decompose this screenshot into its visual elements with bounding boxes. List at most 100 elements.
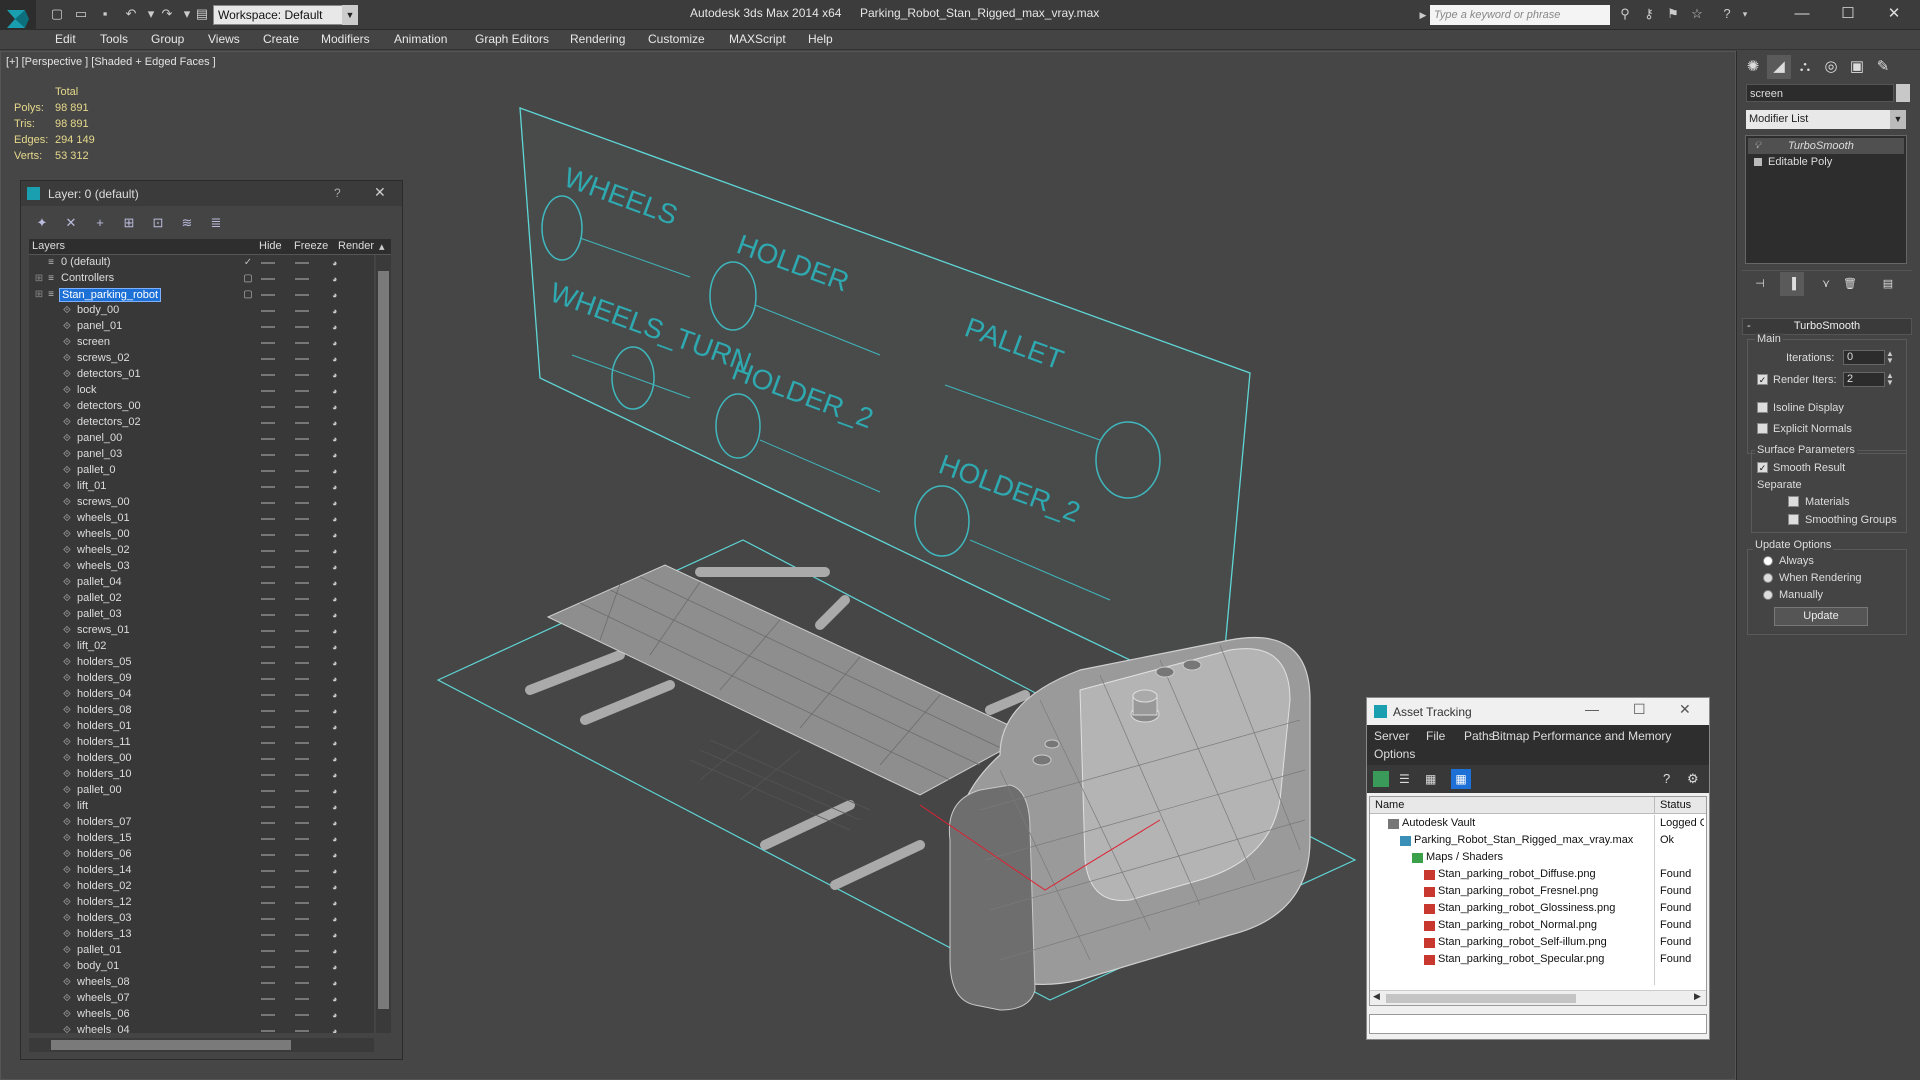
favorites-star-icon[interactable]: ☆ xyxy=(1688,5,1706,23)
minimize-icon[interactable]: — xyxy=(1784,2,1820,26)
object-row[interactable]: ⟐ body_00 ◕ xyxy=(29,303,374,319)
iterations-spinner-arrows-icon[interactable]: ▲ ▼ xyxy=(1886,350,1894,365)
tree-view-icon[interactable]: ▦ xyxy=(1425,771,1441,787)
hide-toggle[interactable] xyxy=(261,710,275,712)
freeze-all-layers-icon[interactable]: ≣ xyxy=(207,214,225,232)
object-row[interactable]: ⟐ detectors_02 ◕ xyxy=(29,415,374,431)
viewport-label[interactable]: [+] [Perspective ] [Shaded + Edged Faces… xyxy=(6,56,216,68)
refresh-icon[interactable] xyxy=(1373,771,1389,787)
freeze-toggle[interactable] xyxy=(295,902,309,904)
help-dropdown-icon[interactable]: ▾ xyxy=(1736,5,1754,23)
freeze-toggle[interactable] xyxy=(295,1030,309,1032)
menu-animation[interactable]: Animation xyxy=(394,32,447,46)
set-current-layer-icon[interactable]: ▢ xyxy=(242,289,254,301)
object-row[interactable]: ⟐ screen ◕ xyxy=(29,335,374,351)
manually-radio[interactable] xyxy=(1763,590,1773,600)
layer-row[interactable]: ≡ 0 (default) ✓ ◕ xyxy=(29,255,374,271)
object-row[interactable]: ⟐ lift_02 ◕ xyxy=(29,639,374,655)
render-toggle-icon[interactable]: ◕ xyxy=(332,882,342,892)
render-toggle-icon[interactable]: ◕ xyxy=(332,834,342,844)
freeze-toggle[interactable] xyxy=(295,646,309,648)
menu-create[interactable]: Create xyxy=(263,32,299,46)
explicit-normals-checkbox[interactable] xyxy=(1757,423,1768,434)
asset-hscroll-thumb[interactable] xyxy=(1386,994,1576,1003)
list-view-icon[interactable]: ☰ xyxy=(1399,771,1415,787)
object-row[interactable]: ⟐ screws_01 ◕ xyxy=(29,623,374,639)
hide-toggle[interactable] xyxy=(261,342,275,344)
scroll-left-icon[interactable]: ◀ xyxy=(1373,991,1380,1002)
render-toggle-icon[interactable]: ◕ xyxy=(332,402,342,412)
menu-rendering[interactable]: Rendering xyxy=(570,32,625,46)
render-toggle-icon[interactable]: ◕ xyxy=(332,770,342,780)
object-row[interactable]: ⟐ wheels_01 ◕ xyxy=(29,511,374,527)
freeze-toggle[interactable] xyxy=(295,630,309,632)
hide-toggle[interactable] xyxy=(261,854,275,856)
chevron-down-icon[interactable]: ▼ xyxy=(342,5,358,25)
close-icon[interactable]: ✕ xyxy=(1876,2,1912,26)
object-row[interactable]: ⟐ holders_03 ◕ xyxy=(29,911,374,927)
render-toggle-icon[interactable]: ◕ xyxy=(332,674,342,684)
render-toggle-icon[interactable]: ◕ xyxy=(332,738,342,748)
select-objects-icon[interactable]: ⊞ xyxy=(120,214,138,232)
materials-checkbox[interactable] xyxy=(1788,496,1799,507)
asset-menu-file[interactable]: File xyxy=(1426,729,1445,743)
render-toggle-icon[interactable]: ◕ xyxy=(332,466,342,476)
render-iters-spinner[interactable]: 2 xyxy=(1843,372,1885,387)
hide-toggle[interactable] xyxy=(261,390,275,392)
object-row[interactable]: ⟐ holders_04 ◕ xyxy=(29,687,374,703)
object-row[interactable]: ⟐ holders_07 ◕ xyxy=(29,815,374,831)
asset-row[interactable]: Stan_parking_robot_Specular.png Found xyxy=(1370,951,1706,968)
freeze-toggle[interactable] xyxy=(295,454,309,456)
menu-edit[interactable]: Edit xyxy=(55,32,76,46)
object-row[interactable]: ⟐ wheels_00 ◕ xyxy=(29,527,374,543)
render-toggle-icon[interactable]: ◕ xyxy=(332,546,342,556)
object-row[interactable]: ⟐ wheels_08 ◕ xyxy=(29,975,374,991)
object-row[interactable]: ⟐ holders_08 ◕ xyxy=(29,703,374,719)
freeze-toggle[interactable] xyxy=(295,614,309,616)
object-row[interactable]: ⟐ holders_06 ◕ xyxy=(29,847,374,863)
render-toggle-icon[interactable]: ◕ xyxy=(332,562,342,572)
hide-toggle[interactable] xyxy=(261,886,275,888)
menu-tools[interactable]: Tools xyxy=(100,32,128,46)
hide-toggle[interactable] xyxy=(261,822,275,824)
hide-toggle[interactable] xyxy=(261,742,275,744)
object-row[interactable]: ⟐ holders_11 ◕ xyxy=(29,735,374,751)
object-row[interactable]: ⟐ holders_01 ◕ xyxy=(29,719,374,735)
hide-toggle[interactable] xyxy=(261,806,275,808)
layer-list-hscroll-thumb[interactable] xyxy=(51,1040,291,1050)
column-divider[interactable] xyxy=(1654,797,1655,814)
freeze-toggle[interactable] xyxy=(295,822,309,824)
asset-settings-icon[interactable]: ⚙ xyxy=(1687,771,1699,787)
hide-toggle[interactable] xyxy=(261,774,275,776)
asset-row[interactable]: Stan_parking_robot_Diffuse.png Found xyxy=(1370,866,1706,883)
render-toggle-icon[interactable]: ◕ xyxy=(332,1010,342,1020)
lightbulb-icon[interactable]: 💡︎ xyxy=(1754,138,1761,154)
render-toggle-icon[interactable]: ◕ xyxy=(332,642,342,652)
hide-toggle[interactable] xyxy=(261,358,275,360)
render-toggle-icon[interactable]: ◕ xyxy=(332,754,342,764)
render-toggle-icon[interactable]: ◕ xyxy=(332,498,342,508)
modifier-list-dropdown[interactable]: Modifier List xyxy=(1746,110,1906,129)
asset-minimize-icon[interactable]: — xyxy=(1585,701,1599,717)
object-row[interactable]: ⟐ body_01 ◕ xyxy=(29,959,374,975)
hide-toggle[interactable] xyxy=(261,630,275,632)
freeze-toggle[interactable] xyxy=(295,470,309,472)
hide-toggle[interactable] xyxy=(261,470,275,472)
render-toggle-icon[interactable]: ◕ xyxy=(332,866,342,876)
layer-window-close-icon[interactable]: ✕ xyxy=(374,184,386,201)
object-row[interactable]: ⟐ screws_00 ◕ xyxy=(29,495,374,511)
create-tab-icon[interactable]: ✺ xyxy=(1741,55,1765,79)
freeze-toggle[interactable] xyxy=(295,534,309,536)
save-icon[interactable]: ▪ xyxy=(96,5,114,23)
hide-toggle[interactable] xyxy=(261,566,275,568)
freeze-toggle[interactable] xyxy=(295,1014,309,1016)
render-toggle-icon[interactable]: ◕ xyxy=(332,418,342,428)
render-toggle-icon[interactable]: ◕ xyxy=(332,706,342,716)
hide-toggle[interactable] xyxy=(261,518,275,520)
render-toggle-icon[interactable]: ◕ xyxy=(332,434,342,444)
object-row[interactable]: ⟐ pallet_00 ◕ xyxy=(29,783,374,799)
freeze-toggle[interactable] xyxy=(295,806,309,808)
hide-toggle[interactable] xyxy=(261,998,275,1000)
hide-toggle[interactable] xyxy=(261,902,275,904)
freeze-toggle[interactable] xyxy=(295,790,309,792)
